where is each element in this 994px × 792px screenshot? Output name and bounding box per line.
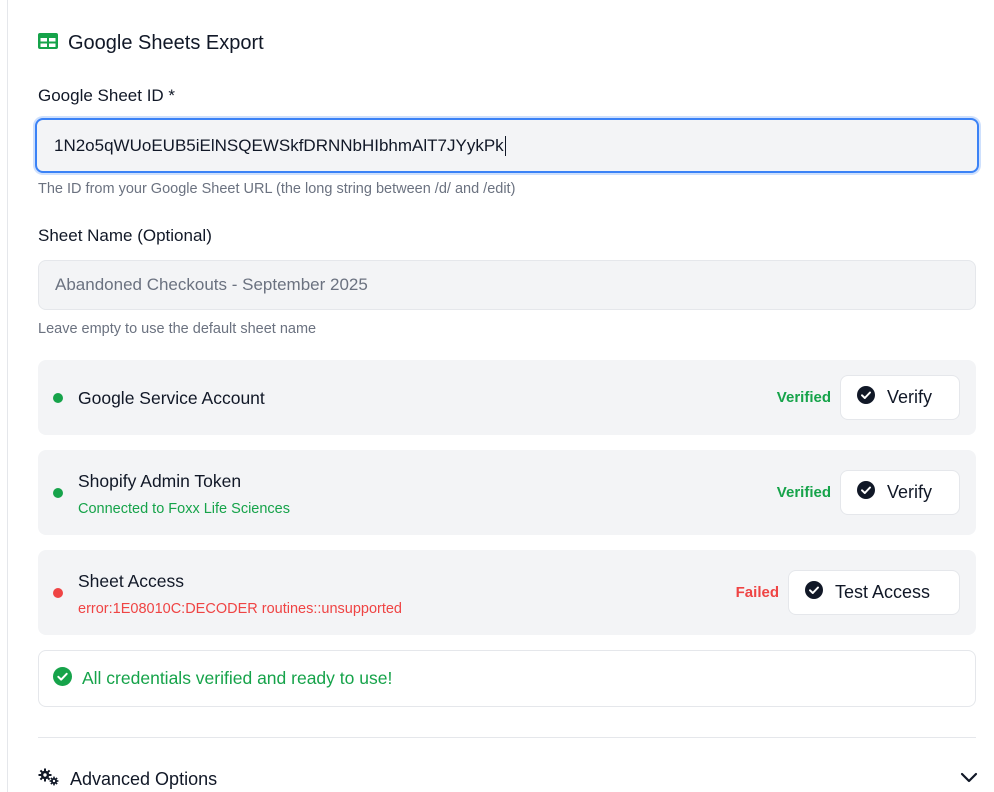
credential-card-google-service-account: Google Service Account Verified Verify (38, 360, 976, 435)
status-failed: Failed (735, 584, 779, 601)
sheet-id-hint: The ID from your Google Sheet URL (the l… (38, 181, 516, 197)
sheet-name-hint: Leave empty to use the default sheet nam… (38, 321, 317, 337)
check-circle-icon (805, 581, 823, 604)
verify-button[interactable]: Verify (840, 470, 960, 515)
verify-button-label: Verify (887, 387, 933, 407)
test-access-button-label: Test Access (835, 582, 931, 602)
status-dot-verified (53, 488, 63, 498)
status-dot-verified (53, 393, 63, 403)
credential-title: Sheet Access (78, 571, 185, 591)
sheet-id-label: Google Sheet ID * (38, 86, 176, 105)
status-verified: Verified (776, 484, 831, 501)
sheet-name-label: Sheet Name (Optional) (38, 226, 212, 245)
verify-button-label: Verify (887, 482, 933, 502)
sheet-name-placeholder: Abandoned Checkouts - September 2025 (55, 275, 368, 294)
credential-card-shopify-admin-token: Shopify Admin Token Connected to Foxx Li… (38, 450, 976, 535)
sheet-id-input[interactable]: 1N2o5qWUoEUB5iElNSQEWSkfDRNNbHIbhmAlT7JY… (35, 118, 979, 173)
advanced-options-toggle[interactable]: Advanced Options (38, 768, 978, 791)
credential-card-sheet-access: Sheet Access error:1E08010C:DECODER rout… (38, 550, 976, 635)
status-dot-failed (53, 588, 63, 598)
divider (38, 737, 976, 738)
chevron-down-icon[interactable] (960, 771, 978, 789)
sheet-id-value: 1N2o5qWUoEUB5iElNSQEWSkfDRNNbHIbhmAlT7JY… (54, 135, 504, 155)
text-caret (504, 135, 506, 156)
credential-title: Shopify Admin Token (78, 471, 242, 491)
check-circle-icon (857, 481, 875, 504)
status-verified: Verified (776, 389, 831, 406)
check-circle-icon (857, 386, 875, 409)
test-access-button[interactable]: Test Access (788, 570, 960, 615)
credential-title: Google Service Account (78, 388, 265, 408)
panel-left-border (7, 0, 8, 792)
success-check-icon (53, 666, 72, 691)
section-title: Google Sheets Export (68, 32, 264, 54)
sheets-table-icon (38, 33, 58, 54)
success-message: All credentials verified and ready to us… (82, 668, 393, 688)
section-header: Google Sheets Export (38, 32, 264, 55)
credential-error: error:1E08010C:DECODER routines::unsuppo… (78, 601, 402, 617)
verify-button[interactable]: Verify (840, 375, 960, 420)
sheet-name-input[interactable]: Abandoned Checkouts - September 2025 (38, 260, 976, 310)
advanced-options-label: Advanced Options (70, 769, 218, 789)
gears-icon (38, 768, 60, 791)
success-banner: All credentials verified and ready to us… (38, 650, 976, 707)
credential-subtitle: Connected to Foxx Life Sciences (78, 501, 290, 517)
